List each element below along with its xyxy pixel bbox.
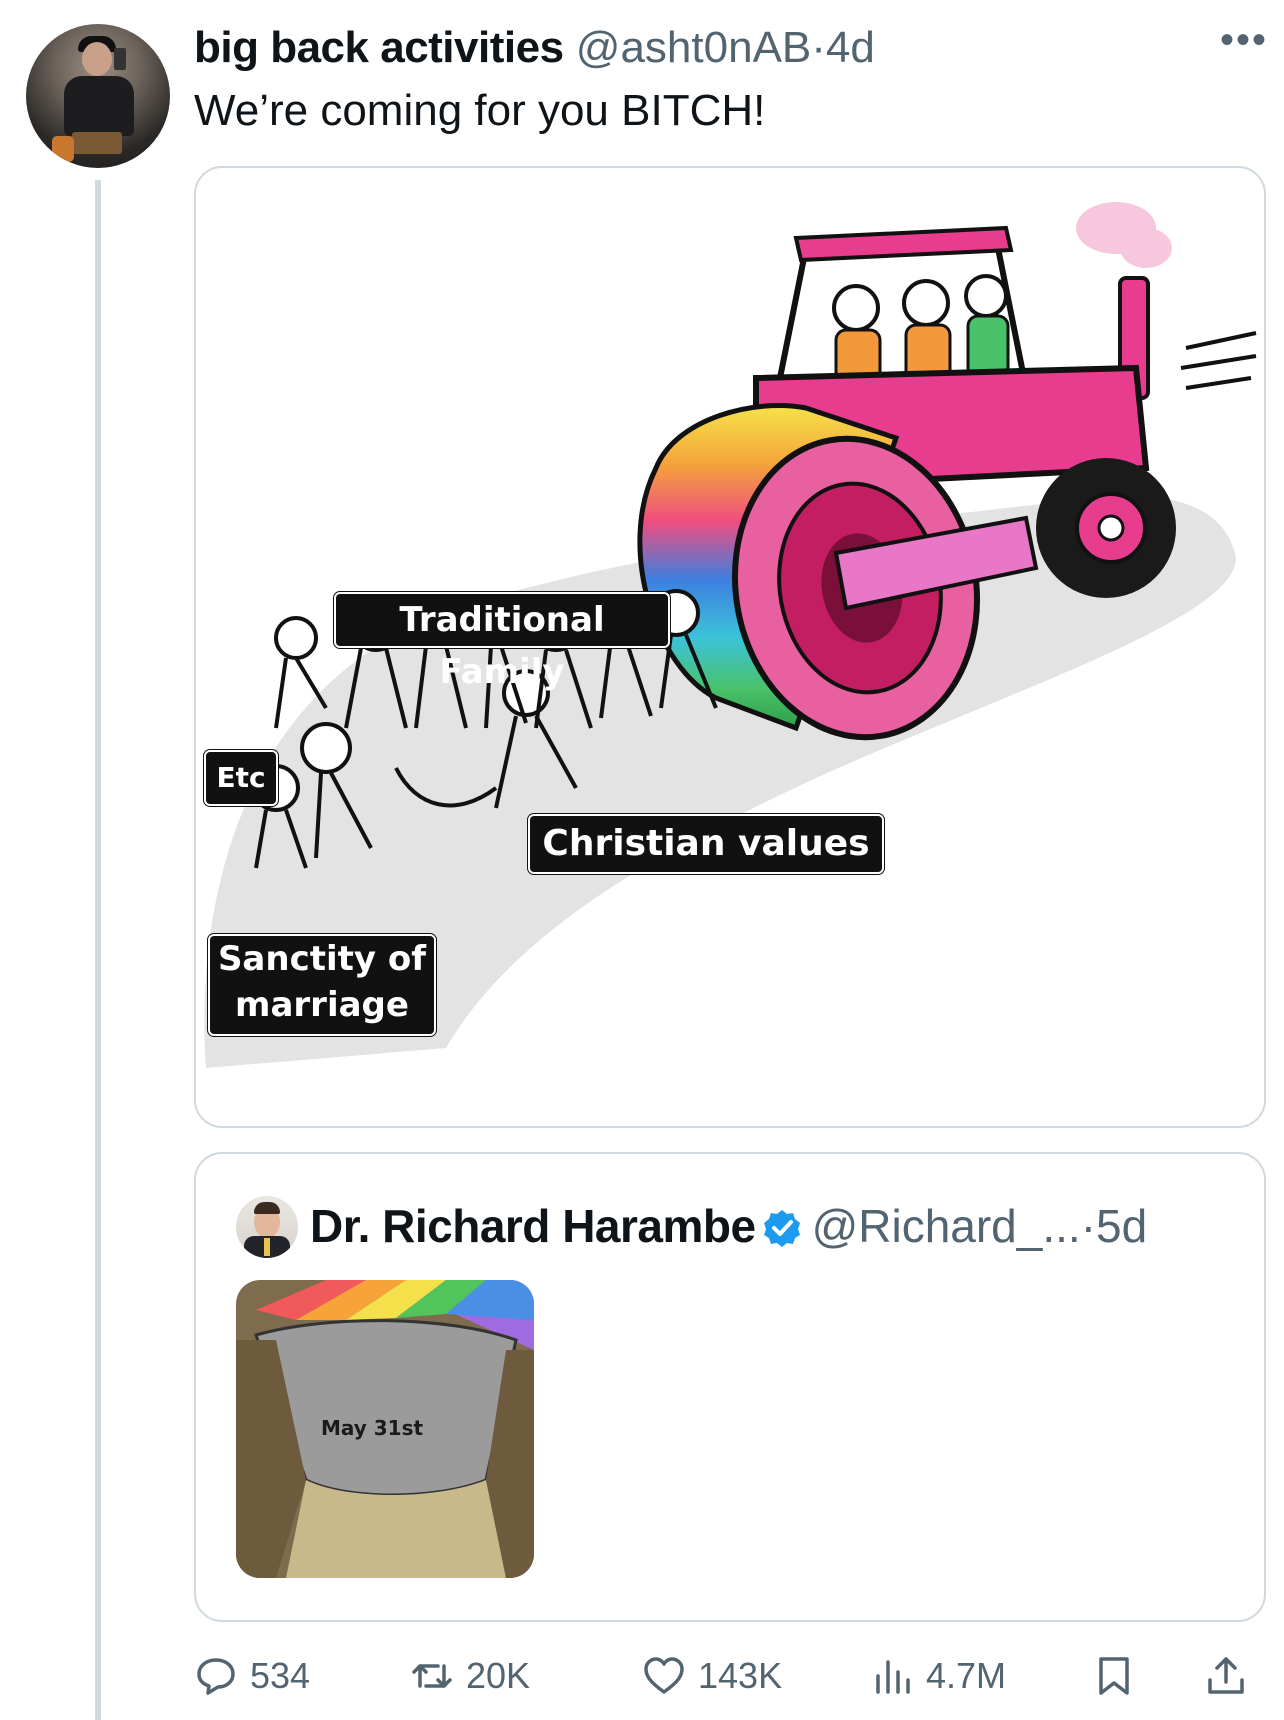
quoted-header-separator: · [1080, 1200, 1097, 1252]
label-sanctity-of-marriage: Sanctity of marriage [208, 934, 436, 1036]
quoted-author-name[interactable]: Dr. Richard Harambe [310, 1200, 756, 1252]
share-upload-icon [1208, 1657, 1244, 1694]
tweet-header: big back activities @asht0nAB·4d [194, 22, 875, 74]
header-separator: · [811, 23, 826, 72]
quoted-tweet[interactable]: Dr. Richard Harambe @Richard_...·5d May … [194, 1152, 1266, 1622]
share-button[interactable] [1204, 1648, 1260, 1704]
quoted-media-thumbnail[interactable]: May 31st [236, 1280, 534, 1578]
reply-icon [197, 1658, 235, 1695]
author-avatar[interactable] [26, 24, 170, 168]
views-button[interactable]: 4.7M [870, 1648, 1006, 1704]
author-name[interactable]: big back activities [194, 23, 564, 72]
more-horizontal-icon[interactable]: ••• [1212, 20, 1276, 68]
label-etc: Etc [204, 750, 278, 806]
thumbnail-label: May 31st [320, 1416, 424, 1440]
label-christian-values: Christian values [528, 814, 884, 874]
retweet-button[interactable]: 20K [410, 1648, 530, 1704]
reply-button[interactable]: 534 [194, 1648, 310, 1704]
analytics-bars-icon [876, 1660, 910, 1694]
bookmark-button[interactable] [1092, 1648, 1148, 1704]
retweet-icon [412, 1664, 452, 1688]
author-handle[interactable]: @asht0nAB [576, 23, 811, 72]
tweet-timestamp[interactable]: 4d [826, 23, 875, 72]
like-button[interactable]: 143K [642, 1648, 782, 1704]
retweet-count: 20K [466, 1655, 531, 1696]
bookmark-icon [1099, 1657, 1129, 1695]
like-count: 143K [698, 1655, 783, 1696]
quoted-tweet-header: Dr. Richard Harambe @Richard_...·5d [310, 1198, 1147, 1254]
quoted-author-avatar[interactable] [236, 1196, 298, 1258]
tweet-media[interactable]: Traditional Family Etc Christian values … [194, 166, 1266, 1128]
verified-badge-icon [763, 1210, 800, 1247]
tweet-actions-bar: 534 20K 143K 4.7M [194, 1648, 1284, 1704]
heart-icon [644, 1657, 684, 1694]
views-count: 4.7M [926, 1655, 1007, 1696]
tweet-text: We’re coming for you BITCH! [194, 86, 766, 135]
thread-connector-line [95, 180, 101, 1720]
quoted-author-handle[interactable]: @Richard_... [812, 1200, 1081, 1252]
label-traditional-family: Traditional Family [334, 592, 670, 692]
quoted-tweet-timestamp[interactable]: 5d [1096, 1200, 1147, 1252]
reply-count: 534 [250, 1655, 311, 1696]
